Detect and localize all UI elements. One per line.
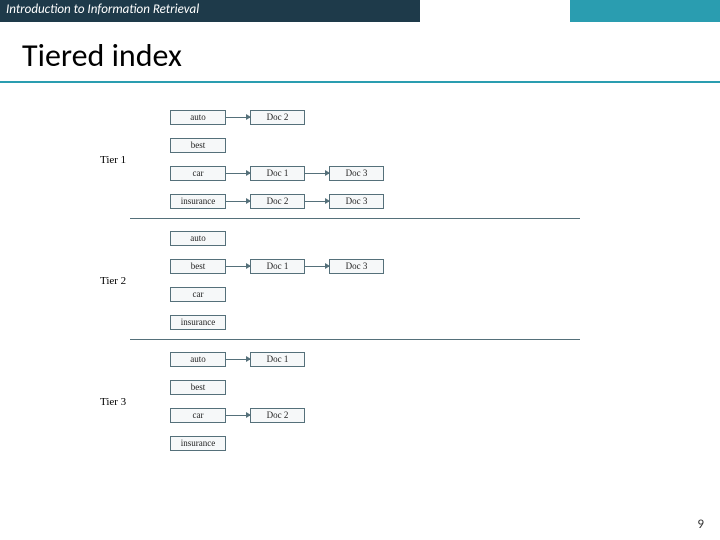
slide-title: Tiered index xyxy=(0,22,720,81)
title-underline xyxy=(0,81,720,83)
header-accent xyxy=(570,0,720,22)
doc-box: Doc 2 xyxy=(250,194,305,209)
posting-row: insurance xyxy=(170,432,620,454)
arrow-icon xyxy=(226,201,250,202)
doc-box: Doc 3 xyxy=(329,166,384,181)
posting-row: insurance xyxy=(170,311,620,333)
term-box: best xyxy=(170,380,226,395)
arrow-icon xyxy=(305,173,329,174)
term-box: car xyxy=(170,166,226,181)
posting-row: best xyxy=(170,376,620,398)
arrow-icon xyxy=(226,359,250,360)
term-box: auto xyxy=(170,231,226,246)
tier-rows: auto best Doc 1 Doc 3 car insurance xyxy=(170,227,620,333)
term-box: car xyxy=(170,408,226,423)
doc-box: Doc 3 xyxy=(329,194,384,209)
term-box: auto xyxy=(170,110,226,125)
tier-label: Tier 2 xyxy=(100,275,126,287)
term-box: best xyxy=(170,138,226,153)
doc-box: Doc 2 xyxy=(250,408,305,423)
tiered-index-diagram: Tier 1autoDoc 2bestcarDoc 1Doc 3insuranc… xyxy=(100,106,620,460)
arrow-icon xyxy=(305,266,329,267)
posting-row: car Doc 2 xyxy=(170,404,620,426)
term-box: insurance xyxy=(170,194,226,209)
posting-link: Doc 2 xyxy=(226,110,305,125)
posting-row: best xyxy=(170,134,620,156)
page-number: 9 xyxy=(697,517,704,532)
posting-row: car Doc 1 Doc 3 xyxy=(170,162,620,184)
course-title: Introduction to Information Retrieval xyxy=(0,0,420,22)
term-box: best xyxy=(170,259,226,274)
posting-link: Doc 1 xyxy=(226,259,305,274)
term-box: car xyxy=(170,287,226,302)
tier-label: Tier 1 xyxy=(100,154,126,166)
tier-block: Tier 3 auto Doc 1 best car Doc 2 insurance xyxy=(100,348,620,454)
posting-row: auto xyxy=(170,227,620,249)
tier-label: Tier 3 xyxy=(100,396,126,408)
arrow-icon xyxy=(305,201,329,202)
posting-row: car xyxy=(170,283,620,305)
term-box: insurance xyxy=(170,436,226,451)
doc-box: Doc 1 xyxy=(250,259,305,274)
slide-header: Introduction to Information Retrieval xyxy=(0,0,720,22)
posting-row: auto Doc 2 xyxy=(170,106,620,128)
term-box: auto xyxy=(170,352,226,367)
term-box: insurance xyxy=(170,315,226,330)
posting-row: best Doc 1 Doc 3 xyxy=(170,255,620,277)
tier-rows: auto Doc 2 best car Doc 1 Doc 3 insurance Doc 2… xyxy=(170,106,620,212)
tier-divider xyxy=(130,218,580,219)
tier-block: Tier 1autoDoc 2bestcarDoc 1Doc 3insuranc… xyxy=(100,106,620,212)
posting-row: auto Doc 1 xyxy=(170,348,620,370)
doc-box: Doc 1 xyxy=(250,352,305,367)
tier-divider xyxy=(130,339,580,340)
posting-link: Doc 2 xyxy=(226,408,305,423)
doc-box: Doc 2 xyxy=(250,110,305,125)
arrow-icon xyxy=(226,266,250,267)
slide: Introduction to Information Retrieval Ti… xyxy=(0,0,720,540)
doc-box: Doc 3 xyxy=(329,259,384,274)
posting-link: Doc 1 xyxy=(226,352,305,367)
posting-link: Doc 3 xyxy=(305,166,384,181)
tier-block: Tier 2 auto best Doc 1 Doc 3 car insurance xyxy=(100,227,620,333)
posting-link: Doc 3 xyxy=(305,194,384,209)
tier-rows: auto Doc 1 best car Doc 2 insurance xyxy=(170,348,620,454)
doc-box: Doc 1 xyxy=(250,166,305,181)
posting-link: Doc 2 xyxy=(226,194,305,209)
arrow-icon xyxy=(226,415,250,416)
posting-link: Doc 3 xyxy=(305,259,384,274)
posting-link: Doc 1 xyxy=(226,166,305,181)
arrow-icon xyxy=(226,173,250,174)
header-gap xyxy=(420,0,570,22)
posting-row: insurance Doc 2 Doc 3 xyxy=(170,190,620,212)
arrow-icon xyxy=(226,117,250,118)
